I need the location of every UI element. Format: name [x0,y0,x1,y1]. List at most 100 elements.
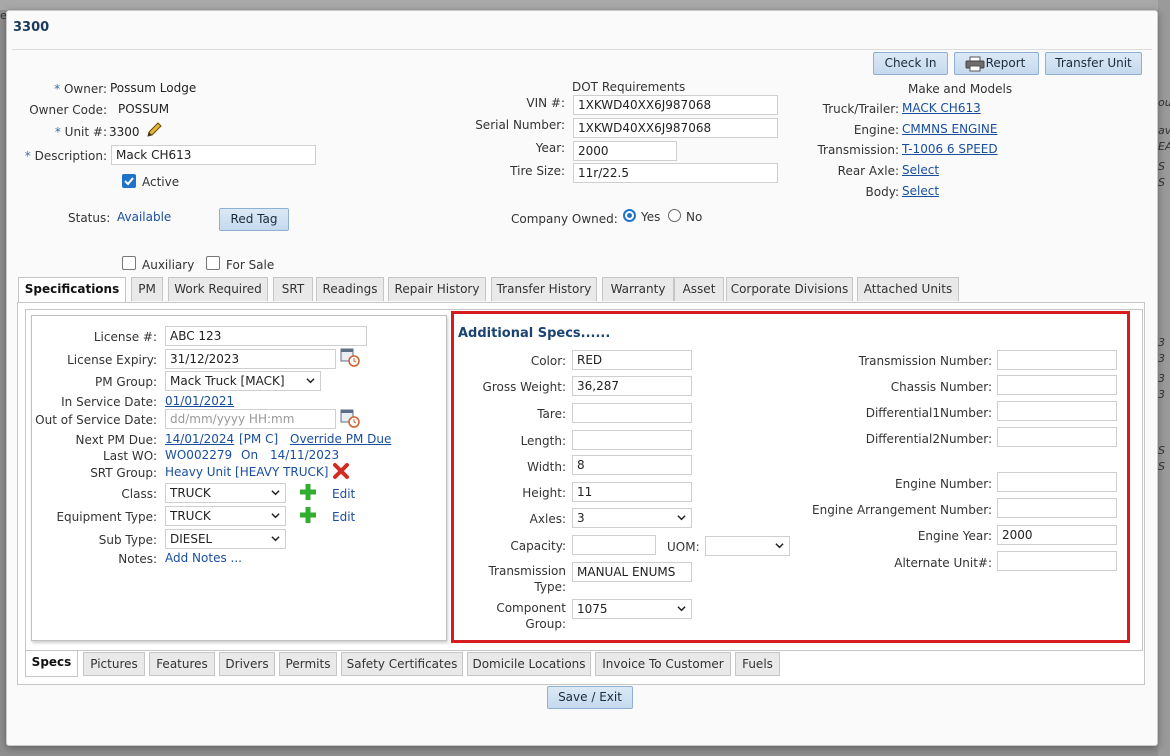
tab-repair-history[interactable]: Repair History [388,277,486,301]
pm-group-value: Mack Truck [MACK] [170,374,285,388]
red-tag-button[interactable]: Red Tag [219,208,289,231]
active-label: Active [142,175,180,189]
year-input[interactable]: 2000 [573,141,677,161]
serial-label: Serial Number: [475,118,565,132]
class-select[interactable]: TRUCK [165,483,286,503]
add-icon[interactable] [299,506,317,524]
company-owned-yes-label: Yes [641,210,661,224]
in-service-link[interactable]: 01/01/2021 [165,394,234,408]
tab-pm[interactable]: PM [131,277,163,301]
company-owned-label: Company Owned: [511,212,618,226]
license-label: License #: [93,330,157,344]
srt-group-label: SRT Group: [90,466,157,480]
tab-features[interactable]: Features [149,652,215,676]
tab-fuels[interactable]: Fuels [735,652,780,676]
out-service-input[interactable]: dd/mm/yyyy HH:mm [165,409,336,429]
pencil-icon[interactable] [145,121,163,139]
vin-input[interactable]: 1XKWD40XX6J987068 [573,95,778,115]
save-exit-button[interactable]: Save / Exit [547,686,633,709]
rear-axle-link[interactable]: Select [902,163,939,177]
chevron-down-icon [271,513,280,519]
tab-warranty[interactable]: Warranty [602,277,674,301]
bg-text: S [1158,444,1165,457]
equipment-type-label: Equipment Type: [56,510,157,524]
tab-pictures[interactable]: Pictures [83,652,145,676]
tab-srt[interactable]: SRT [273,277,313,301]
class-edit-link[interactable]: Edit [332,487,355,501]
for-sale-label: For Sale [226,258,275,272]
for-sale-checkbox[interactable] [206,256,220,270]
equipment-type-select[interactable]: TRUCK [165,506,286,526]
tab-attached-units[interactable]: Attached Units [857,277,959,301]
company-owned-no-label: No [686,210,703,224]
dialog-title: 3300 [13,20,50,35]
engine-label: Engine: [853,123,899,137]
next-pm-link[interactable]: 14/01/2024 [165,432,234,446]
owner-code-value: POSSUM [118,102,170,116]
owner-label: * Owner: [54,82,107,96]
bg-text: 3 [1158,336,1165,349]
tab-drivers[interactable]: Drivers [219,652,275,676]
serial-input[interactable]: 1XKWD40XX6J987068 [573,118,778,138]
description-label: * Description: [24,149,107,163]
tab-domicile-locations[interactable]: Domicile Locations [467,652,591,676]
tab-readings[interactable]: Readings [316,277,384,301]
truck-trailer-link[interactable]: MACK CH613 [902,101,981,115]
description-input[interactable]: Mack CH613 [111,145,316,165]
add-icon[interactable] [299,483,317,501]
owner-code-label: Owner Code: [29,103,107,117]
body-link[interactable]: Select [902,184,939,198]
last-wo-value[interactable]: WO002279 [165,448,232,462]
tab-work-required[interactable]: Work Required [168,277,268,301]
auxiliary-checkbox[interactable] [122,256,136,270]
pm-group-select[interactable]: Mack Truck [MACK] [165,371,321,391]
equipment-edit-link[interactable]: Edit [332,510,355,524]
tab-specifications[interactable]: Specifications [18,277,126,303]
tire-size-input[interactable]: 11r/22.5 [573,163,778,183]
unit-dialog: 3300 Check In Report Transfer Unit * Own… [6,10,1158,746]
override-pm-link[interactable]: Override PM Due [290,432,391,446]
report-button[interactable]: Report [954,52,1039,75]
tab-specs[interactable]: Specs [25,651,78,677]
company-owned-no-radio[interactable] [668,209,681,222]
company-owned-yes-radio[interactable] [623,209,636,222]
tab-transfer-history[interactable]: Transfer History [491,277,597,301]
bg-text: 3 [1158,352,1165,365]
calendar-icon[interactable] [340,347,360,367]
unit-label: * Unit #: [54,125,107,139]
unit-label-text: Unit #: [64,125,107,139]
chevron-down-icon [306,378,315,384]
bg-text: 3 [1158,372,1165,385]
in-service-label: In Service Date: [61,395,157,409]
sub-type-label: Sub Type: [98,533,157,547]
bg-text: S [1158,460,1165,473]
transfer-unit-button[interactable]: Transfer Unit [1045,52,1142,75]
notes-label: Notes: [118,552,157,566]
tab-safety-certificates[interactable]: Safety Certificates [341,652,463,676]
make-models-title: Make and Models [908,82,1013,96]
background-top-strip [0,0,1170,10]
add-notes-link[interactable]: Add Notes ... [165,551,242,565]
tab-corporate-divisions[interactable]: Corporate Divisions [726,277,853,301]
title-divider [12,49,1152,50]
license-expiry-input[interactable]: 31/12/2023 [165,349,336,369]
owner-label-text: Owner: [63,82,107,96]
remove-icon[interactable] [332,462,350,480]
tab-asset[interactable]: Asset [674,277,724,301]
next-pm-code: [PM C] [239,432,279,446]
license-input[interactable]: ABC 123 [165,326,367,346]
highlight-box [451,311,1130,643]
last-wo-label: Last WO: [103,449,157,463]
transmission-label: Transmission: [817,143,899,157]
active-checkbox[interactable] [122,174,136,188]
srt-group-value[interactable]: Heavy Unit [HEAVY TRUCK] [165,465,328,479]
engine-link[interactable]: CMMNS ENGINE [902,122,997,136]
sub-type-select[interactable]: DIESEL [165,529,286,549]
check-in-button[interactable]: Check In [873,52,948,75]
pm-group-label: PM Group: [95,375,157,389]
calendar-icon[interactable] [340,408,360,428]
bg-text: 3 [1158,388,1165,401]
tab-invoice-to-customer[interactable]: Invoice To Customer [595,652,731,676]
tab-permits[interactable]: Permits [279,652,337,676]
transmission-link[interactable]: T-1006 6 SPEED [902,142,998,156]
